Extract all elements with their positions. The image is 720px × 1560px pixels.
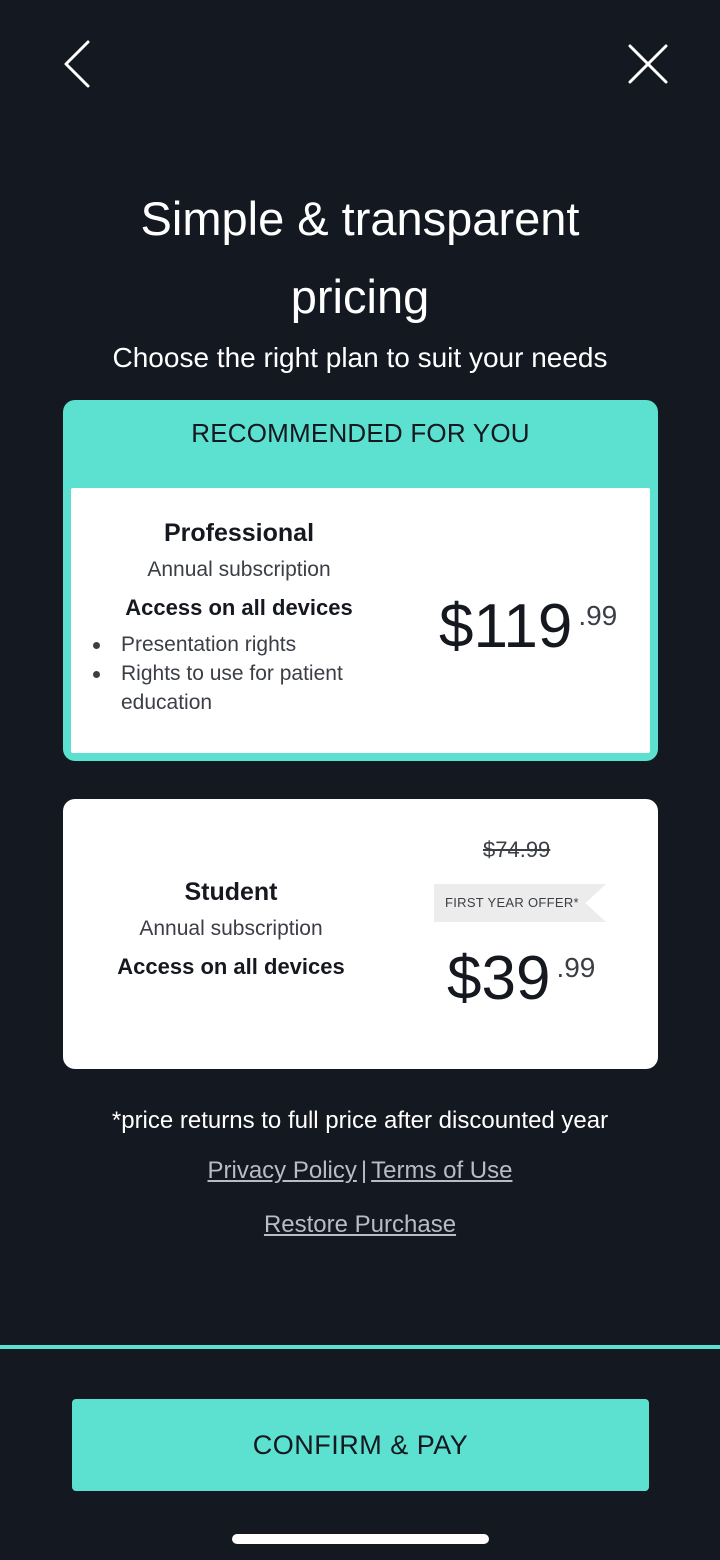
footer-divider <box>0 1345 720 1349</box>
restore-purchase-link[interactable]: Restore Purchase <box>264 1211 456 1238</box>
price-cents: .99 <box>578 600 618 631</box>
price-dollars: $119 <box>439 592 573 661</box>
plan-details: Student Annual subscription Access on al… <box>93 873 369 987</box>
price-dollars: $39 <box>447 944 551 1013</box>
plan-term: Annual subscription <box>147 558 331 581</box>
link-separator: | <box>360 1157 368 1184</box>
title-line-2: pricing <box>290 270 430 323</box>
chevron-left-icon <box>64 40 90 88</box>
confirm-pay-button[interactable]: CONFIRM & PAY <box>72 1399 649 1491</box>
plan-access: Access on all devices <box>125 595 353 620</box>
plan-details: Professional Annual subscription Access … <box>91 514 387 717</box>
title-line-1: Simple & transparent <box>140 192 580 245</box>
back-button[interactable] <box>56 36 104 92</box>
privacy-policy-link[interactable]: Privacy Policy <box>208 1157 357 1184</box>
pricing-screen: Simple & transparent pricing Choose the … <box>0 0 720 1560</box>
feature-item: Rights to use for patient education <box>71 659 387 717</box>
recommended-banner: RECOMMENDED FOR YOU <box>191 418 530 448</box>
close-button[interactable] <box>624 42 672 90</box>
price-disclaimer: *price returns to full price after disco… <box>111 1107 609 1134</box>
home-indicator <box>232 1534 489 1544</box>
restore-row: Restore Purchase <box>0 1211 720 1239</box>
feature-item: Presentation rights <box>71 630 387 659</box>
first-year-offer-tag: FIRST YEAR OFFER* <box>434 884 606 922</box>
plan-card-professional[interactable]: RECOMMENDED FOR YOU Professional Annual … <box>63 400 658 761</box>
plan-access: Access on all devices <box>117 954 345 979</box>
close-icon <box>628 44 668 84</box>
plan-name: Professional <box>163 519 315 547</box>
plan-term: Annual subscription <box>139 917 323 940</box>
plan-card-student[interactable]: Student Annual subscription Access on al… <box>63 799 658 1069</box>
page-subtitle: Choose the right plan to suit your needs <box>112 342 608 373</box>
plan-price: $39.99 <box>447 944 595 1014</box>
plan-name: Student <box>184 878 278 906</box>
legal-links: Privacy Policy | Terms of Use <box>0 1157 720 1185</box>
price-cents: .99 <box>556 952 596 983</box>
plan-card-professional-body: Professional Annual subscription Access … <box>71 488 650 753</box>
plan-price: $119.99 <box>439 592 617 662</box>
terms-of-use-link[interactable]: Terms of Use <box>371 1157 512 1184</box>
original-price: $74.99 <box>483 837 551 862</box>
feature-list: Presentation rights Rights to use for pa… <box>71 630 387 717</box>
page-title: Simple & transparent pricing <box>0 180 720 336</box>
